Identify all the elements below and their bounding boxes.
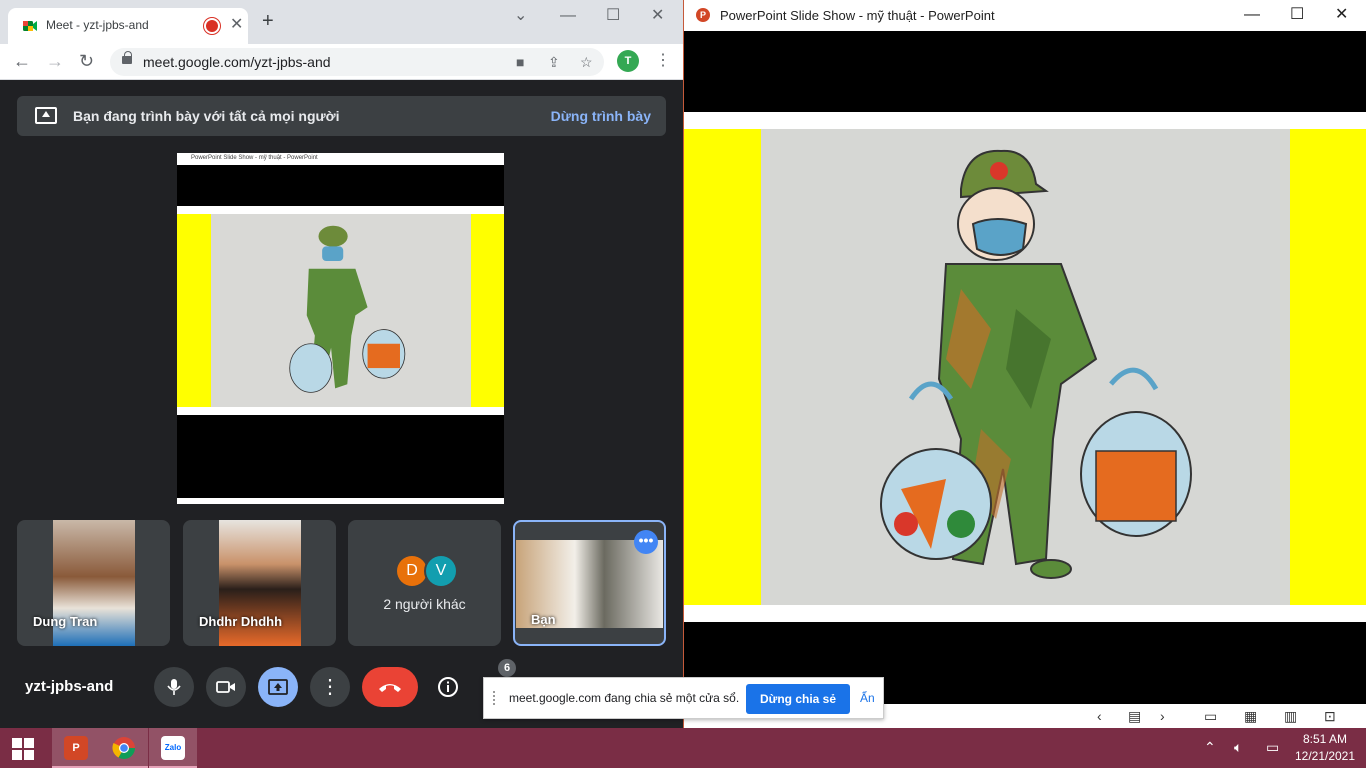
reading-view-icon[interactable]: ▥ <box>1284 707 1297 725</box>
clock-time: 8:51 AM <box>1302 732 1348 746</box>
chrome-window: Meet - yzt-jpbs-and ✕ + ⌄ — ☐ ✕ ← → ↻ me… <box>0 0 683 728</box>
preview-statusbar <box>177 498 504 504</box>
microphone-icon <box>167 679 181 695</box>
profile-avatar[interactable]: T <box>617 50 639 72</box>
system-clock[interactable]: 8:51 AM 12/21/2021 <box>1290 731 1360 765</box>
hang-up-icon <box>379 684 401 692</box>
presenting-message: Bạn đang trình bày với tất cả mọi người <box>73 108 340 124</box>
microphone-button[interactable] <box>154 667 194 707</box>
windows-start-button[interactable] <box>12 738 34 760</box>
close-tab-icon[interactable]: ✕ <box>230 14 243 34</box>
more-options-icon[interactable]: ⋮ <box>310 667 350 707</box>
next-slide-icon[interactable]: › <box>1160 707 1165 725</box>
chrome-icon <box>112 737 135 759</box>
stop-sharing-button[interactable]: Dừng chia sẻ <box>746 684 850 714</box>
participant-tile[interactable]: Dhdhr Dhdhh <box>183 520 336 646</box>
recording-icon <box>206 20 218 32</box>
show-hidden-icons[interactable]: ⌃ <box>1204 739 1216 755</box>
lock-icon[interactable] <box>122 51 132 64</box>
soldier-drawing-image <box>761 129 1290 605</box>
url-text[interactable]: meet.google.com/yzt-jpbs-and <box>143 54 331 70</box>
camera-icon[interactable]: ■ <box>516 52 524 72</box>
presenting-banner: Bạn đang trình bày với tất cả mọi người … <box>17 96 666 136</box>
participant-name: Bạn <box>531 612 556 627</box>
powerpoint-window: P PowerPoint Slide Show - mỹ thuật - Pow… <box>683 0 1366 728</box>
powerpoint-icon: P <box>64 736 88 760</box>
present-screen-icon <box>35 107 57 124</box>
preview-drawing <box>211 214 471 407</box>
normal-view-icon[interactable]: ▭ <box>1204 707 1217 725</box>
present-screen-icon <box>268 679 288 695</box>
presentation-preview: PowerPoint Slide Show - mỹ thuật - Power… <box>177 153 504 504</box>
meeting-info-button[interactable] <box>428 667 468 707</box>
drag-handle-icon[interactable] <box>493 691 498 705</box>
zalo-icon: Zalo <box>161 736 185 760</box>
address-bar[interactable]: meet.google.com/yzt-jpbs-and ■ ⇪ ☆ <box>110 48 604 76</box>
participant-count-badge[interactable]: 6 <box>498 659 516 677</box>
powerpoint-icon: P <box>696 8 710 22</box>
meeting-code: yzt-jpbs-and <box>25 678 114 695</box>
hide-notification-button[interactable]: Ẩn <box>860 691 875 705</box>
maximize-button[interactable]: ☐ <box>1290 6 1304 24</box>
taskbar-powerpoint[interactable]: P <box>52 728 100 768</box>
sharing-message: meet.google.com đang chia sẻ một cửa sổ. <box>509 691 740 705</box>
info-icon <box>438 677 458 697</box>
tab-title: Meet - yzt-jpbs-and <box>46 18 149 32</box>
avatar: V <box>426 556 456 586</box>
powerpoint-titlebar: P PowerPoint Slide Show - mỹ thuật - Pow… <box>684 0 1366 31</box>
forward-button[interactable]: → <box>46 50 64 72</box>
more-options-button[interactable]: ••• <box>634 530 658 554</box>
preview-titlebar: PowerPoint Slide Show - mỹ thuật - Power… <box>177 153 504 165</box>
tab-meet[interactable]: Meet - yzt-jpbs-and ✕ <box>8 8 248 44</box>
avatar: D <box>397 556 427 586</box>
camera-button[interactable] <box>206 667 246 707</box>
participant-name: Dhdhr Dhdhh <box>199 614 283 629</box>
slide-menu-icon[interactable]: ▤ <box>1128 707 1141 725</box>
participant-name: Dung Tran <box>33 614 98 629</box>
previous-slide-icon[interactable]: ‹ <box>1097 707 1102 725</box>
share-icon[interactable]: ⇪ <box>548 52 560 72</box>
maximize-button[interactable]: ☐ <box>606 8 620 24</box>
slideshow-icon[interactable]: ⊡ <box>1324 707 1336 725</box>
soldier-drawing-image <box>233 214 449 407</box>
powerpoint-title: PowerPoint Slide Show - mỹ thuật - Power… <box>720 8 995 23</box>
participant-tile[interactable]: Dung Tran <box>17 520 170 646</box>
others-count-label: 2 người khác <box>383 596 466 612</box>
windows-taskbar: P Zalo ⌃ 🔈︎ ▭ 8:51 AM 12/21/2021 <box>0 728 1366 768</box>
slide-drawing <box>761 129 1290 605</box>
minimize-button[interactable]: — <box>1244 6 1260 24</box>
battery-icon[interactable]: ▭ <box>1266 739 1279 755</box>
volume-icon[interactable]: 🔈︎ <box>1234 739 1242 755</box>
bookmark-star-icon[interactable]: ☆ <box>580 52 593 72</box>
browser-toolbar: ← → ↻ meet.google.com/yzt-jpbs-and ■ ⇪ ☆… <box>0 44 683 80</box>
tab-search-icon[interactable]: ⌄ <box>514 8 527 24</box>
new-tab-button[interactable]: + <box>262 11 274 31</box>
meet-icon <box>23 21 37 31</box>
slide-sorter-icon[interactable]: ▦ <box>1244 707 1257 725</box>
minimize-button[interactable]: — <box>560 8 576 24</box>
clock-date: 12/21/2021 <box>1294 749 1356 763</box>
sharing-notification: meet.google.com đang chia sẻ một cửa sổ.… <box>483 677 884 719</box>
video-camera-icon <box>216 681 235 693</box>
others-tile[interactable]: D V 2 người khác <box>348 520 501 646</box>
present-now-button[interactable] <box>258 667 298 707</box>
back-button[interactable]: ← <box>13 50 31 72</box>
chrome-menu-icon[interactable]: ⋮ <box>655 50 671 72</box>
taskbar-zalo[interactable]: Zalo <box>149 728 197 768</box>
tab-strip: Meet - yzt-jpbs-and ✕ + ⌄ — ☐ ✕ <box>0 0 683 44</box>
taskbar-chrome[interactable] <box>100 728 148 768</box>
preview-title-text: PowerPoint Slide Show - mỹ thuật - Power… <box>191 155 318 161</box>
self-tile[interactable]: ••• Bạn <box>513 520 666 646</box>
reload-button[interactable]: ↻ <box>79 50 94 72</box>
close-window-button[interactable]: ✕ <box>651 8 664 24</box>
close-window-button[interactable]: ✕ <box>1335 6 1348 24</box>
end-call-button[interactable] <box>362 667 418 707</box>
stop-presenting-button[interactable]: Dừng trình bày <box>551 108 651 124</box>
